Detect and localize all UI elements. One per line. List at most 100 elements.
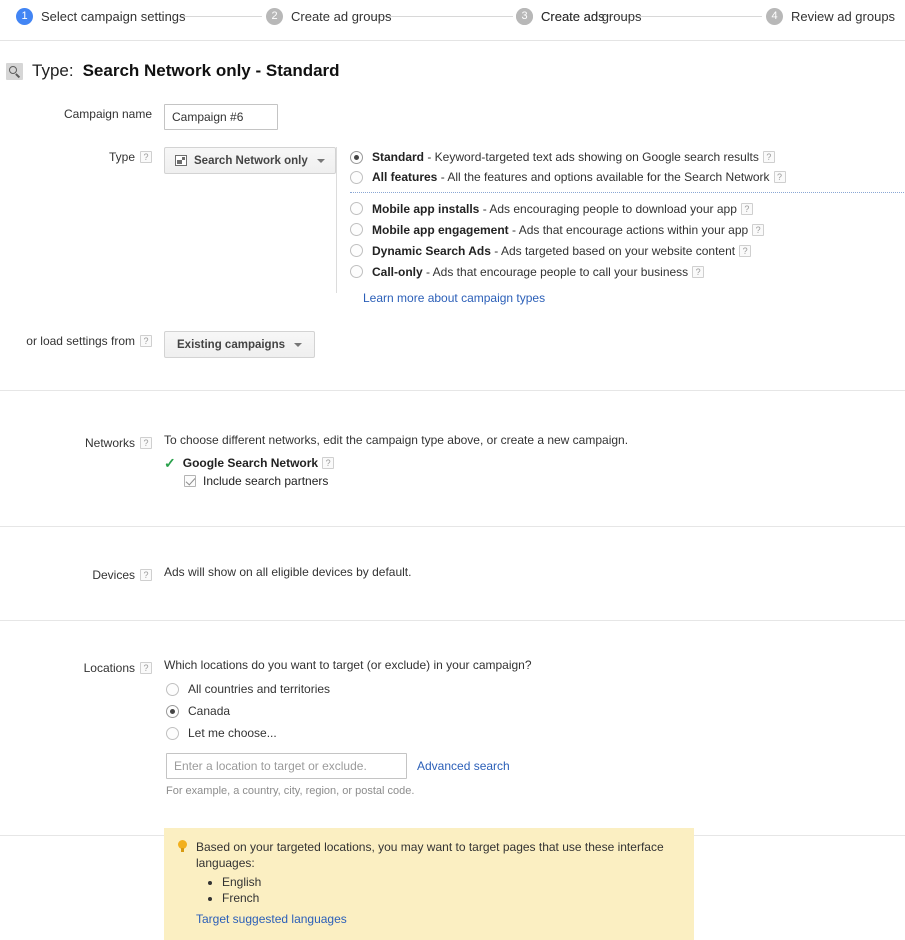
load-settings-help-icon[interactable]: ? (140, 335, 152, 347)
networks-help-icon[interactable]: ? (140, 437, 152, 449)
list-item: French (222, 890, 680, 906)
load-settings-row: or load settings from? Existing campaign… (0, 331, 905, 358)
type-option-standard[interactable]: Standard - Keyword-targeted text ads sho… (350, 147, 905, 167)
stepper-step-4-num: 4 (766, 8, 783, 25)
radio-call-only[interactable] (350, 265, 363, 278)
google-search-network-help-icon[interactable]: ? (322, 457, 335, 469)
location-option-canada-label: Canada (188, 704, 231, 718)
radio-let-me-choose[interactable] (166, 726, 179, 740)
chevron-down-icon (316, 158, 325, 163)
campaign-name-row: Campaign name (0, 104, 905, 130)
learn-more-campaign-types-link[interactable]: Learn more about campaign types (363, 291, 545, 305)
devices-row: Devices? Ads will show on all eligible d… (0, 565, 905, 582)
locations-label-wrap: Locations? (0, 658, 152, 675)
type-option-dynamic-search-ads-help[interactable]: ? (739, 244, 752, 257)
location-option-all-countries-label: All countries and territories (188, 682, 331, 696)
campaign-type-header: Type: Search Network only - Standard (0, 41, 905, 81)
stepper-step-2-wrap[interactable]: 2 Create ad groups (266, 8, 391, 25)
include-search-partners-item[interactable]: Include search partners (164, 474, 905, 488)
include-search-partners-label: Include search partners (203, 474, 329, 488)
check-icon: ✓ (164, 455, 176, 471)
campaign-type-options: Standard - Keyword-targeted text ads sho… (336, 147, 905, 307)
campaign-name-input[interactable] (164, 104, 278, 130)
notice-language-list: English French (196, 874, 680, 906)
campaign-name-label: Campaign name (63, 107, 152, 121)
stepper-step-2-text: Create ad groups (291, 9, 392, 24)
location-search-group: Advanced search (164, 753, 905, 779)
target-suggested-languages-link[interactable]: Target suggested languages (196, 912, 347, 926)
stepper-step-2-num: 2 (266, 8, 283, 25)
type-option-call-only-help[interactable]: ? (692, 265, 705, 278)
type-option-mobile-app-engagement[interactable]: Mobile app engagement - Ads that encoura… (350, 219, 905, 240)
stepper-step-3-wrap[interactable]: 3 Create ads (516, 8, 605, 25)
radio-standard[interactable] (350, 150, 363, 164)
include-search-partners-checkbox[interactable] (184, 475, 196, 487)
radio-canada[interactable] (166, 704, 179, 718)
type-options-divider (336, 147, 337, 293)
type-option-all-features-desc: - All the features and options available… (437, 170, 770, 184)
location-option-canada[interactable]: Canada (166, 701, 905, 721)
type-option-call-only[interactable]: Call-only - Ads that encourage people to… (350, 261, 905, 282)
type-header-value: Search Network only - Standard (82, 61, 340, 80)
list-item: English (222, 874, 680, 890)
radio-all-countries[interactable] (166, 682, 179, 696)
devices-help-icon[interactable]: ? (140, 569, 152, 581)
stepper-step-4-text: Review ad groups (791, 9, 896, 24)
campaign-type-dropdown-label: Search Network only (194, 154, 308, 167)
type-option-standard-help[interactable]: ? (762, 151, 775, 163)
type-option-mobile-app-engagement-name: Mobile app engagement (372, 222, 509, 237)
location-option-all-countries[interactable]: All countries and territories (166, 679, 905, 699)
load-settings-label-wrap: or load settings from? (0, 331, 152, 348)
type-option-call-only-desc: - Ads that encourage people to call your… (422, 264, 689, 279)
radio-all-features[interactable] (350, 170, 363, 184)
campaign-type-row: Type? Search Network only Standard - Key… (0, 147, 905, 307)
existing-campaigns-dropdown[interactable]: Existing campaigns (164, 331, 316, 358)
google-search-network-label: Google Search Network (182, 456, 319, 470)
load-settings-label: or load settings from (26, 334, 135, 348)
locations-options: All countries and territories Canada Let… (164, 679, 905, 743)
advanced-search-link[interactable]: Advanced search (417, 759, 510, 773)
type-option-standard-desc: - Keyword-targeted text ads showing on G… (424, 150, 759, 164)
locations-row: Locations? Which locations do you want t… (0, 658, 905, 797)
type-option-call-only-name: Call-only (372, 264, 423, 279)
type-option-dynamic-search-ads[interactable]: Dynamic Search Ads - Ads targeted based … (350, 240, 905, 261)
search-network-icon (175, 155, 187, 166)
type-option-mobile-app-engagement-help[interactable]: ? (752, 223, 765, 236)
lightbulb-icon (178, 840, 187, 853)
section-divider-3 (0, 620, 905, 621)
google-search-network-item: ✓ Google Search Network ? (164, 456, 905, 470)
existing-campaigns-label: Existing campaigns (177, 338, 286, 351)
type-option-all-features-help[interactable]: ? (773, 171, 786, 183)
location-option-let-me-choose[interactable]: Let me choose... (166, 723, 905, 743)
stepper-step-4-wrap[interactable]: 4 Review ad groups (766, 8, 895, 25)
locations-label: Locations (83, 661, 135, 675)
notice-text: Based on your targeted locations, you ma… (196, 840, 664, 870)
search-icon (6, 62, 23, 80)
devices-label: Devices (92, 568, 135, 582)
networks-label-wrap: Networks? (0, 433, 152, 450)
type-option-dynamic-search-ads-desc: - Ads targeted based on your website con… (490, 243, 736, 258)
networks-description: To choose different networks, edit the c… (164, 433, 629, 447)
stepper-step-3-num: 3 (516, 8, 533, 25)
type-option-mobile-app-installs-desc: - Ads encouraging people to download you… (479, 201, 737, 216)
type-option-mobile-app-installs-help[interactable]: ? (740, 202, 753, 215)
type-option-mobile-app-engagement-desc: - Ads that encourage actions within your… (508, 222, 749, 237)
type-option-all-features[interactable]: All features - All the features and opti… (350, 167, 905, 187)
type-option-mobile-app-installs[interactable]: Mobile app installs - Ads encouraging pe… (350, 198, 905, 219)
location-search-input[interactable] (166, 753, 407, 779)
section-divider-1 (0, 390, 905, 391)
radio-mobile-app-installs[interactable] (350, 202, 363, 215)
type-option-dynamic-search-ads-name: Dynamic Search Ads (372, 243, 491, 258)
devices-description: Ads will show on all eligible devices by… (164, 565, 412, 579)
stepper-overlay: 2 Create ad groups 3 Create ads 4 Review… (0, 0, 905, 41)
chevron-down-icon-2 (294, 342, 303, 347)
type-option-standard-name: Standard (372, 150, 425, 164)
radio-dynamic-search-ads[interactable] (350, 244, 363, 257)
campaign-type-dropdown[interactable]: Search Network only (164, 147, 336, 174)
locations-question: Which locations do you want to target (o… (164, 658, 532, 672)
locations-help-icon[interactable]: ? (140, 662, 152, 674)
radio-mobile-app-engagement[interactable] (350, 223, 363, 236)
devices-label-wrap: Devices? (0, 565, 152, 582)
type-help-icon[interactable]: ? (140, 151, 152, 163)
type-options-dotted-separator (350, 192, 905, 193)
